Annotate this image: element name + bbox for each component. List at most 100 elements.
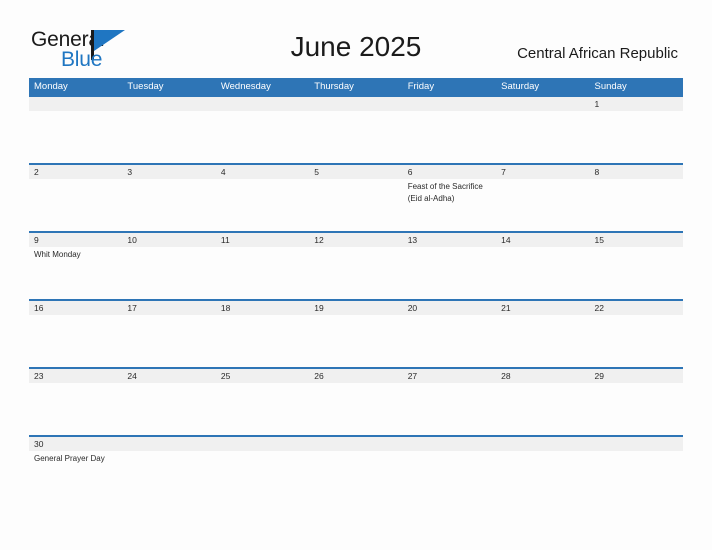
day-event	[590, 111, 683, 163]
day-event	[216, 247, 309, 299]
day-number[interactable]: 4	[216, 165, 309, 179]
day-number[interactable]: 14	[496, 233, 589, 247]
region-label: Central African Republic	[517, 45, 678, 62]
weekday-header-row: Monday Tuesday Wednesday Thursday Friday…	[29, 78, 683, 95]
week-event-band: Whit Monday	[29, 247, 683, 299]
day-number[interactable]: 18	[216, 301, 309, 315]
day-number[interactable]	[309, 437, 402, 451]
day-event	[29, 383, 122, 435]
week-date-band: 9 10 11 12 13 14 15	[29, 233, 683, 247]
day-number[interactable]: 10	[122, 233, 215, 247]
day-event	[403, 111, 496, 163]
day-event	[590, 179, 683, 231]
day-event	[309, 315, 402, 367]
day-number[interactable]	[496, 437, 589, 451]
day-event	[216, 111, 309, 163]
week-row: 16 17 18 19 20 21 22	[29, 299, 683, 367]
day-number[interactable]	[122, 437, 215, 451]
day-number[interactable]: 28	[496, 369, 589, 383]
day-number[interactable]: 6	[403, 165, 496, 179]
day-number[interactable]: 12	[309, 233, 402, 247]
week-row: 2 3 4 5 6 7 8 Feast of the Sacrifice (Ei…	[29, 163, 683, 231]
weekday-header-monday: Monday	[34, 81, 68, 92]
day-number[interactable]	[29, 97, 122, 111]
day-event	[403, 451, 496, 503]
weekday-header-sunday: Sunday	[594, 81, 627, 92]
day-event	[496, 451, 589, 503]
day-number[interactable]: 21	[496, 301, 589, 315]
week-date-band: 16 17 18 19 20 21 22	[29, 301, 683, 315]
day-number[interactable]: 9	[29, 233, 122, 247]
week-row: 23 24 25 26 27 28 29	[29, 367, 683, 435]
week-event-band: Feast of the Sacrifice (Eid al-Adha)	[29, 179, 683, 231]
weekday-header-tuesday: Tuesday	[127, 81, 164, 92]
day-number[interactable]: 24	[122, 369, 215, 383]
day-event	[309, 451, 402, 503]
week-date-band: 23 24 25 26 27 28 29	[29, 369, 683, 383]
day-event	[496, 179, 589, 231]
day-event	[496, 111, 589, 163]
day-number[interactable]: 17	[122, 301, 215, 315]
week-event-band	[29, 383, 683, 435]
day-number[interactable]	[496, 97, 589, 111]
day-number[interactable]	[403, 437, 496, 451]
day-number[interactable]: 7	[496, 165, 589, 179]
day-event: Whit Monday	[34, 250, 81, 259]
day-number[interactable]: 20	[403, 301, 496, 315]
day-event	[403, 247, 496, 299]
day-event	[590, 451, 683, 503]
day-number[interactable]: 13	[403, 233, 496, 247]
week-date-band: 2 3 4 5 6 7 8	[29, 165, 683, 179]
day-number[interactable]: 27	[403, 369, 496, 383]
day-number[interactable]	[590, 437, 683, 451]
day-number[interactable]: 15	[590, 233, 683, 247]
day-number[interactable]: 30	[29, 437, 122, 451]
day-number[interactable]: 19	[309, 301, 402, 315]
day-event: Feast of the Sacrifice (Eid al-Adha)	[407, 182, 483, 203]
day-number[interactable]	[216, 97, 309, 111]
week-row: 30 General Prayer Day	[29, 435, 683, 503]
day-event	[29, 179, 122, 231]
day-event	[216, 179, 309, 231]
day-event	[216, 451, 309, 503]
day-event: General Prayer Day	[34, 454, 105, 463]
day-number[interactable]: 8	[590, 165, 683, 179]
weekday-header-wednesday: Wednesday	[220, 81, 271, 92]
day-number[interactable]: 29	[590, 369, 683, 383]
day-event	[309, 111, 402, 163]
day-number[interactable]: 3	[122, 165, 215, 179]
weekday-header-saturday: Saturday	[501, 81, 540, 92]
week-date-band: 30	[29, 437, 683, 451]
day-number[interactable]: 16	[29, 301, 122, 315]
day-event	[496, 247, 589, 299]
day-event	[496, 315, 589, 367]
week-event-band: General Prayer Day	[29, 451, 683, 503]
week-event-band	[29, 111, 683, 163]
week-date-band: 1	[29, 97, 683, 111]
day-number[interactable]: 2	[29, 165, 122, 179]
day-number[interactable]	[309, 97, 402, 111]
day-event	[29, 315, 122, 367]
day-number[interactable]: 23	[29, 369, 122, 383]
day-number[interactable]: 22	[590, 301, 683, 315]
week-row: 9 10 11 12 13 14 15 Whit Monday	[29, 231, 683, 299]
day-number[interactable]: 26	[309, 369, 402, 383]
calendar-grid: Monday Tuesday Wednesday Thursday Friday…	[29, 78, 683, 503]
week-row: 1	[29, 95, 683, 163]
day-event	[216, 315, 309, 367]
day-event	[216, 383, 309, 435]
day-event	[29, 111, 122, 163]
day-event	[309, 247, 402, 299]
day-number[interactable]	[216, 437, 309, 451]
day-number[interactable]: 25	[216, 369, 309, 383]
day-number[interactable]: 11	[216, 233, 309, 247]
day-event	[590, 383, 683, 435]
page-header: General Blue June 2025 Central African R…	[0, 0, 712, 78]
day-event	[122, 451, 215, 503]
day-number[interactable]	[122, 97, 215, 111]
day-event	[590, 315, 683, 367]
day-event	[122, 247, 215, 299]
day-number[interactable]	[403, 97, 496, 111]
day-number[interactable]: 5	[309, 165, 402, 179]
day-number[interactable]: 1	[590, 97, 683, 111]
